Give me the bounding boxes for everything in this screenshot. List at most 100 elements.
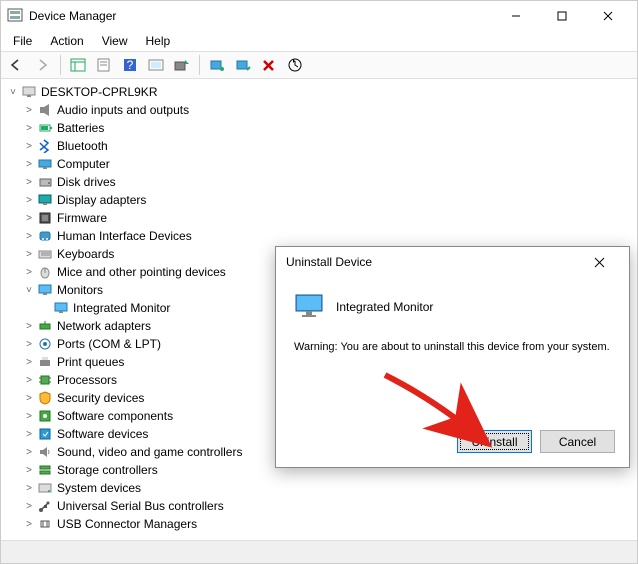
menu-file[interactable]: File	[5, 32, 40, 50]
uninstall-device-dialog: Uninstall Device Integrated Monitor Warn…	[275, 246, 630, 468]
enable-device-button[interactable]	[205, 54, 229, 76]
tree-node-label: Bluetooth	[57, 139, 108, 153]
minimize-button[interactable]	[493, 1, 539, 31]
uninstall-button[interactable]: Uninstall	[457, 430, 532, 453]
chevron-right-icon[interactable]: >	[23, 429, 35, 440]
tree-root-label: DESKTOP-CPRL9KR	[41, 85, 157, 99]
display-icon	[37, 192, 53, 208]
menu-help[interactable]: Help	[138, 32, 179, 50]
chevron-right-icon[interactable]: >	[23, 105, 35, 116]
keyboard-icon	[37, 246, 53, 262]
network-icon	[37, 318, 53, 334]
tree-node[interactable]: >Computer	[1, 155, 637, 173]
chevron-down-icon[interactable]: ˅	[23, 285, 35, 296]
chevron-right-icon[interactable]: >	[23, 141, 35, 152]
chevron-right-icon[interactable]: >	[23, 339, 35, 350]
show-hide-tree-button[interactable]	[66, 54, 90, 76]
chevron-right-icon[interactable]: >	[23, 411, 35, 422]
scan-button[interactable]	[144, 54, 168, 76]
chevron-right-icon[interactable]: >	[23, 465, 35, 476]
tree-node[interactable]: > System devices	[1, 479, 637, 497]
tree-root[interactable]: ˅ DESKTOP-CPRL9KR	[1, 83, 637, 101]
tree-node-label: Display adapters	[57, 193, 146, 207]
app-icon	[7, 8, 23, 24]
tree-node[interactable]: >Disk drives	[1, 173, 637, 191]
update-driver-button[interactable]	[170, 54, 194, 76]
chevron-right-icon[interactable]: >	[23, 375, 35, 386]
computer-icon	[21, 84, 37, 100]
dialog-title: Uninstall Device	[286, 255, 579, 269]
tree-node-label: Human Interface Devices	[57, 229, 192, 243]
tree-node[interactable]: > Display adapters	[1, 191, 637, 209]
bluetooth-icon	[37, 138, 53, 154]
chevron-right-icon[interactable]: >	[23, 249, 35, 260]
close-button[interactable]	[585, 1, 631, 31]
tree-node[interactable]: > Human Interface Devices	[1, 227, 637, 245]
monitor-icon	[53, 300, 69, 316]
battery-icon	[37, 120, 53, 136]
tree-node[interactable]: >Audio inputs and outputs	[1, 101, 637, 119]
menu-action[interactable]: Action	[42, 32, 91, 50]
tree-node-label: Software devices	[57, 427, 148, 441]
tree-node-label: Firmware	[57, 211, 107, 225]
usb-icon	[37, 498, 53, 514]
tree-node-label: System devices	[57, 481, 141, 495]
chevron-right-icon[interactable]: >	[23, 501, 35, 512]
tree-node[interactable]: > Firmware	[1, 209, 637, 227]
chevron-right-icon[interactable]: >	[23, 519, 35, 530]
tree-node-label: Keyboards	[57, 247, 114, 261]
chevron-down-icon[interactable]: ˅	[7, 87, 19, 98]
mouse-icon	[37, 264, 53, 280]
menu-view[interactable]: View	[94, 32, 136, 50]
firmware-icon	[37, 210, 53, 226]
chevron-right-icon[interactable]: >	[23, 483, 35, 494]
tree-node[interactable]: > Bluetooth	[1, 137, 637, 155]
chevron-right-icon[interactable]: >	[23, 447, 35, 458]
tree-node-label: USB Connector Managers	[57, 517, 197, 531]
uninstall-device-button[interactable]	[257, 54, 281, 76]
chevron-right-icon[interactable]: >	[23, 267, 35, 278]
chevron-right-icon[interactable]: >	[23, 231, 35, 242]
toolbar-separator	[199, 55, 200, 75]
help-toolbar-button[interactable]: ?	[118, 54, 142, 76]
tree-node-label: Storage controllers	[57, 463, 158, 477]
window-title: Device Manager	[29, 9, 493, 23]
disable-device-button[interactable]	[231, 54, 255, 76]
back-button[interactable]	[5, 54, 29, 76]
tree-node[interactable]: >Universal Serial Bus controllers	[1, 497, 637, 515]
swdev-icon	[37, 426, 53, 442]
tree-node-label: Security devices	[57, 391, 144, 405]
dialog-close-button[interactable]	[579, 247, 619, 277]
maximize-button[interactable]	[539, 1, 585, 31]
swcomp-icon	[37, 408, 53, 424]
disk-icon	[37, 174, 53, 190]
tree-node-label: Software components	[57, 409, 173, 423]
chevron-right-icon[interactable]: >	[23, 321, 35, 332]
tree-node[interactable]: > Batteries	[1, 119, 637, 137]
chevron-right-icon[interactable]: >	[23, 357, 35, 368]
storage-icon	[37, 462, 53, 478]
port-icon	[37, 336, 53, 352]
statusbar	[1, 541, 637, 563]
chevron-right-icon[interactable]: >	[23, 177, 35, 188]
properties-button[interactable]	[92, 54, 116, 76]
chevron-right-icon[interactable]: >	[23, 159, 35, 170]
tree-node[interactable]: > USB Connector Managers	[1, 515, 637, 533]
chevron-right-icon[interactable]: >	[23, 213, 35, 224]
chevron-right-icon[interactable]: >	[23, 123, 35, 134]
hid-icon	[37, 228, 53, 244]
scan-hardware-button[interactable]	[283, 54, 307, 76]
sound-icon	[37, 444, 53, 460]
monitor-icon	[294, 291, 326, 323]
tree-node-label: Processors	[57, 373, 117, 387]
forward-button[interactable]	[31, 54, 55, 76]
chevron-right-icon[interactable]: >	[23, 195, 35, 206]
cancel-button[interactable]: Cancel	[540, 430, 615, 453]
chevron-right-icon[interactable]: >	[23, 393, 35, 404]
security-icon	[37, 390, 53, 406]
monitor-icon	[37, 282, 53, 298]
tree-node-label: Monitors	[57, 283, 103, 297]
speaker-icon	[37, 102, 53, 118]
titlebar: Device Manager	[1, 1, 637, 31]
tree-node-label: Batteries	[57, 121, 104, 135]
